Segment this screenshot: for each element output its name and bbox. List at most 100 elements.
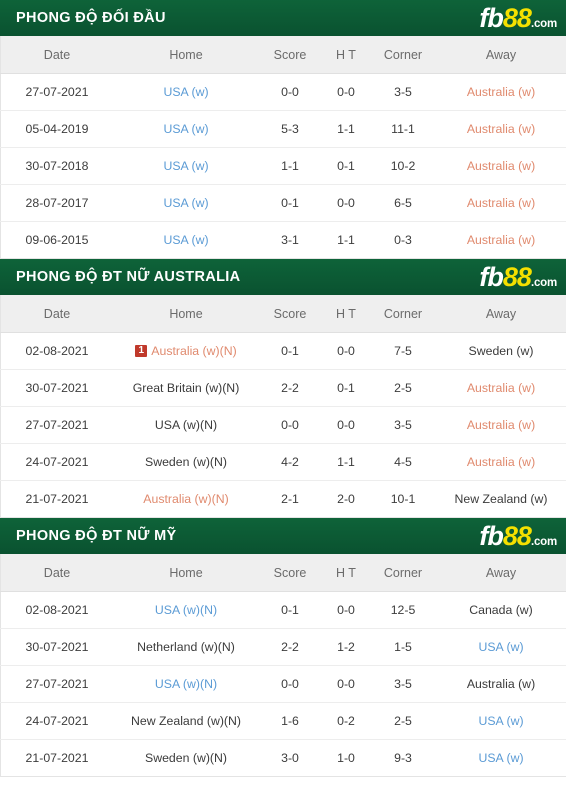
away-team-name[interactable]: USA (w)	[478, 714, 523, 728]
column-header-away: Away	[435, 36, 566, 74]
corner-count: 2-5	[371, 369, 435, 407]
away-team-name[interactable]: USA (w)	[478, 640, 523, 654]
corner-count: 2-5	[371, 702, 435, 740]
corner-count: 10-1	[371, 480, 435, 518]
home-cell: Sweden (w)(N)	[113, 739, 259, 777]
home-team: USA (w)(N)	[115, 603, 257, 617]
section-banner: PHONG ĐỘ ĐT NỮ AUSTRALIA fb 88 .com	[0, 259, 566, 295]
half-time-score: 0-1	[321, 147, 371, 185]
rank-badge: 1	[135, 345, 148, 357]
table-row[interactable]: 30-07-2018 USA (w) 1-1 0-1 10-2 Australia (w)	[0, 147, 566, 185]
logo-fb-text: fb	[479, 2, 504, 33]
column-header-date: Date	[0, 36, 113, 74]
away-team-name[interactable]: Australia (w)	[467, 418, 535, 432]
section-title: PHONG ĐỘ ĐT NỮ AUSTRALIA	[16, 268, 241, 285]
away-team-name[interactable]: Australia (w)	[467, 122, 535, 136]
home-cell: Great Britain (w)(N)	[113, 369, 259, 407]
table-row[interactable]: 02-08-2021 1 Australia (w)(N) 0-1 0-0 7-5 Swed…	[0, 332, 566, 370]
table-row[interactable]: 02-08-2021 USA (w)(N) 0-1 0-0 12-5 Canada (w)	[0, 591, 566, 629]
match-date: 21-07-2021	[0, 480, 113, 518]
stats-page: PHONG ĐỘ ĐỐI ĐẦU fb 88 .com Date Home Score H T…	[0, 0, 566, 811]
corner-count: 11-1	[371, 110, 435, 148]
column-header-away: Away	[435, 554, 566, 592]
half-time-score: 1-2	[321, 628, 371, 666]
table-row[interactable]: 27-07-2021 USA (w)(N) 0-0 0-0 3-5 Australia (…	[0, 665, 566, 703]
section-banner: PHONG ĐỘ ĐT NỮ MỸ fb 88 .com	[0, 518, 566, 554]
table-row[interactable]: 30-07-2021 Great Britain (w)(N) 2-2 0-1 2-5 A…	[0, 369, 566, 407]
home-team-name[interactable]: USA (w)(N)	[155, 603, 217, 617]
home-team: USA (w)	[115, 122, 257, 136]
table-row[interactable]: 27-07-2021 USA (w)(N) 0-0 0-0 3-5 Australia (…	[0, 406, 566, 444]
match-date: 30-07-2021	[0, 369, 113, 407]
table-header-row: Date Home Score H T Corner Away	[0, 554, 566, 592]
home-team: USA (w)	[115, 233, 257, 247]
away-cell: USA (w)	[435, 702, 566, 740]
fb88-logo[interactable]: fb 88 .com	[479, 2, 557, 33]
table-row[interactable]: 21-07-2021 Australia (w)(N) 2-1 2-0 10-1 New …	[0, 480, 566, 518]
match-score: 3-1	[259, 221, 321, 259]
home-team: USA (w)(N)	[115, 677, 257, 691]
column-header-home: Home	[113, 36, 259, 74]
away-team: USA (w)	[437, 751, 565, 765]
home-team-name[interactable]: Australia (w)(N)	[143, 492, 228, 506]
match-score: 2-1	[259, 480, 321, 518]
table-row[interactable]: 24-07-2021 New Zealand (w)(N) 1-6 0-2 2-5 USA…	[0, 702, 566, 740]
home-team-name: Sweden (w)(N)	[145, 751, 227, 765]
corner-count: 3-5	[371, 665, 435, 703]
fb88-logo[interactable]: fb 88 .com	[479, 261, 557, 292]
home-team-name: Sweden (w)(N)	[145, 455, 227, 469]
away-cell: Australia (w)	[435, 110, 566, 148]
column-header-ht: H T	[321, 36, 371, 74]
half-time-score: 2-0	[321, 480, 371, 518]
matches-table: Date Home Score H T Corner Away 27-07-2021 USA …	[0, 36, 566, 259]
away-cell: USA (w)	[435, 628, 566, 666]
home-cell: USA (w)(N)	[113, 591, 259, 629]
away-team-name[interactable]: Australia (w)	[467, 159, 535, 173]
away-cell: USA (w)	[435, 739, 566, 777]
away-team-name[interactable]: USA (w)	[478, 751, 523, 765]
table-row[interactable]: 09-06-2015 USA (w) 3-1 1-1 0-3 Australia (w)	[0, 221, 566, 259]
table-row[interactable]: 30-07-2021 Netherland (w)(N) 2-2 1-2 1-5 USA …	[0, 628, 566, 666]
match-date: 28-07-2017	[0, 184, 113, 222]
home-team-name[interactable]: USA (w)	[163, 233, 208, 247]
fb88-logo[interactable]: fb 88 .com	[479, 522, 557, 550]
home-team-name[interactable]: USA (w)	[163, 196, 208, 210]
home-team-name[interactable]: USA (w)	[163, 85, 208, 99]
home-cell: USA (w)	[113, 110, 259, 148]
away-team: Australia (w)	[437, 122, 565, 136]
home-cell: USA (w)	[113, 147, 259, 185]
home-team: Sweden (w)(N)	[115, 751, 257, 765]
match-score: 4-2	[259, 443, 321, 481]
table-row[interactable]: 28-07-2017 USA (w) 0-1 0-0 6-5 Australia (w)	[0, 184, 566, 222]
away-team-name[interactable]: Australia (w)	[467, 455, 535, 469]
column-header-date: Date	[0, 295, 113, 333]
home-cell: Australia (w)(N)	[113, 480, 259, 518]
half-time-score: 1-1	[321, 443, 371, 481]
logo-fb-text: fb	[479, 261, 504, 292]
away-team-name[interactable]: Australia (w)	[467, 196, 535, 210]
half-time-score: 0-0	[321, 332, 371, 370]
corner-count: 6-5	[371, 184, 435, 222]
home-team-name[interactable]: USA (w)	[163, 122, 208, 136]
table-row[interactable]: 21-07-2021 Sweden (w)(N) 3-0 1-0 9-3 USA (w)	[0, 739, 566, 777]
corner-count: 12-5	[371, 591, 435, 629]
column-header-corner: Corner	[371, 554, 435, 592]
table-row[interactable]: 05-04-2019 USA (w) 5-3 1-1 11-1 Australia (w)	[0, 110, 566, 148]
away-team-name: Sweden (w)	[468, 344, 534, 358]
match-score: 0-1	[259, 184, 321, 222]
home-team-name[interactable]: USA (w)	[163, 159, 208, 173]
away-team-name[interactable]: Australia (w)	[467, 381, 535, 395]
match-date: 27-07-2021	[0, 406, 113, 444]
match-date: 02-08-2021	[0, 332, 113, 370]
away-cell: Australia (w)	[435, 406, 566, 444]
half-time-score: 0-0	[321, 591, 371, 629]
away-team-name[interactable]: Australia (w)	[467, 85, 535, 99]
table-row[interactable]: 24-07-2021 Sweden (w)(N) 4-2 1-1 4-5 Australi…	[0, 443, 566, 481]
home-team-name[interactable]: Australia (w)(N)	[151, 344, 236, 358]
away-team-name[interactable]: Australia (w)	[467, 233, 535, 247]
home-team-name: USA (w)(N)	[154, 418, 218, 432]
section-head-to-head: PHONG ĐỘ ĐỐI ĐẦU fb 88 .com Date Home Score H T…	[0, 0, 566, 259]
table-row[interactable]: 27-07-2021 USA (w) 0-0 0-0 3-5 Australia (w)	[0, 73, 566, 111]
match-date: 30-07-2021	[0, 628, 113, 666]
home-team-name[interactable]: USA (w)(N)	[155, 677, 217, 691]
